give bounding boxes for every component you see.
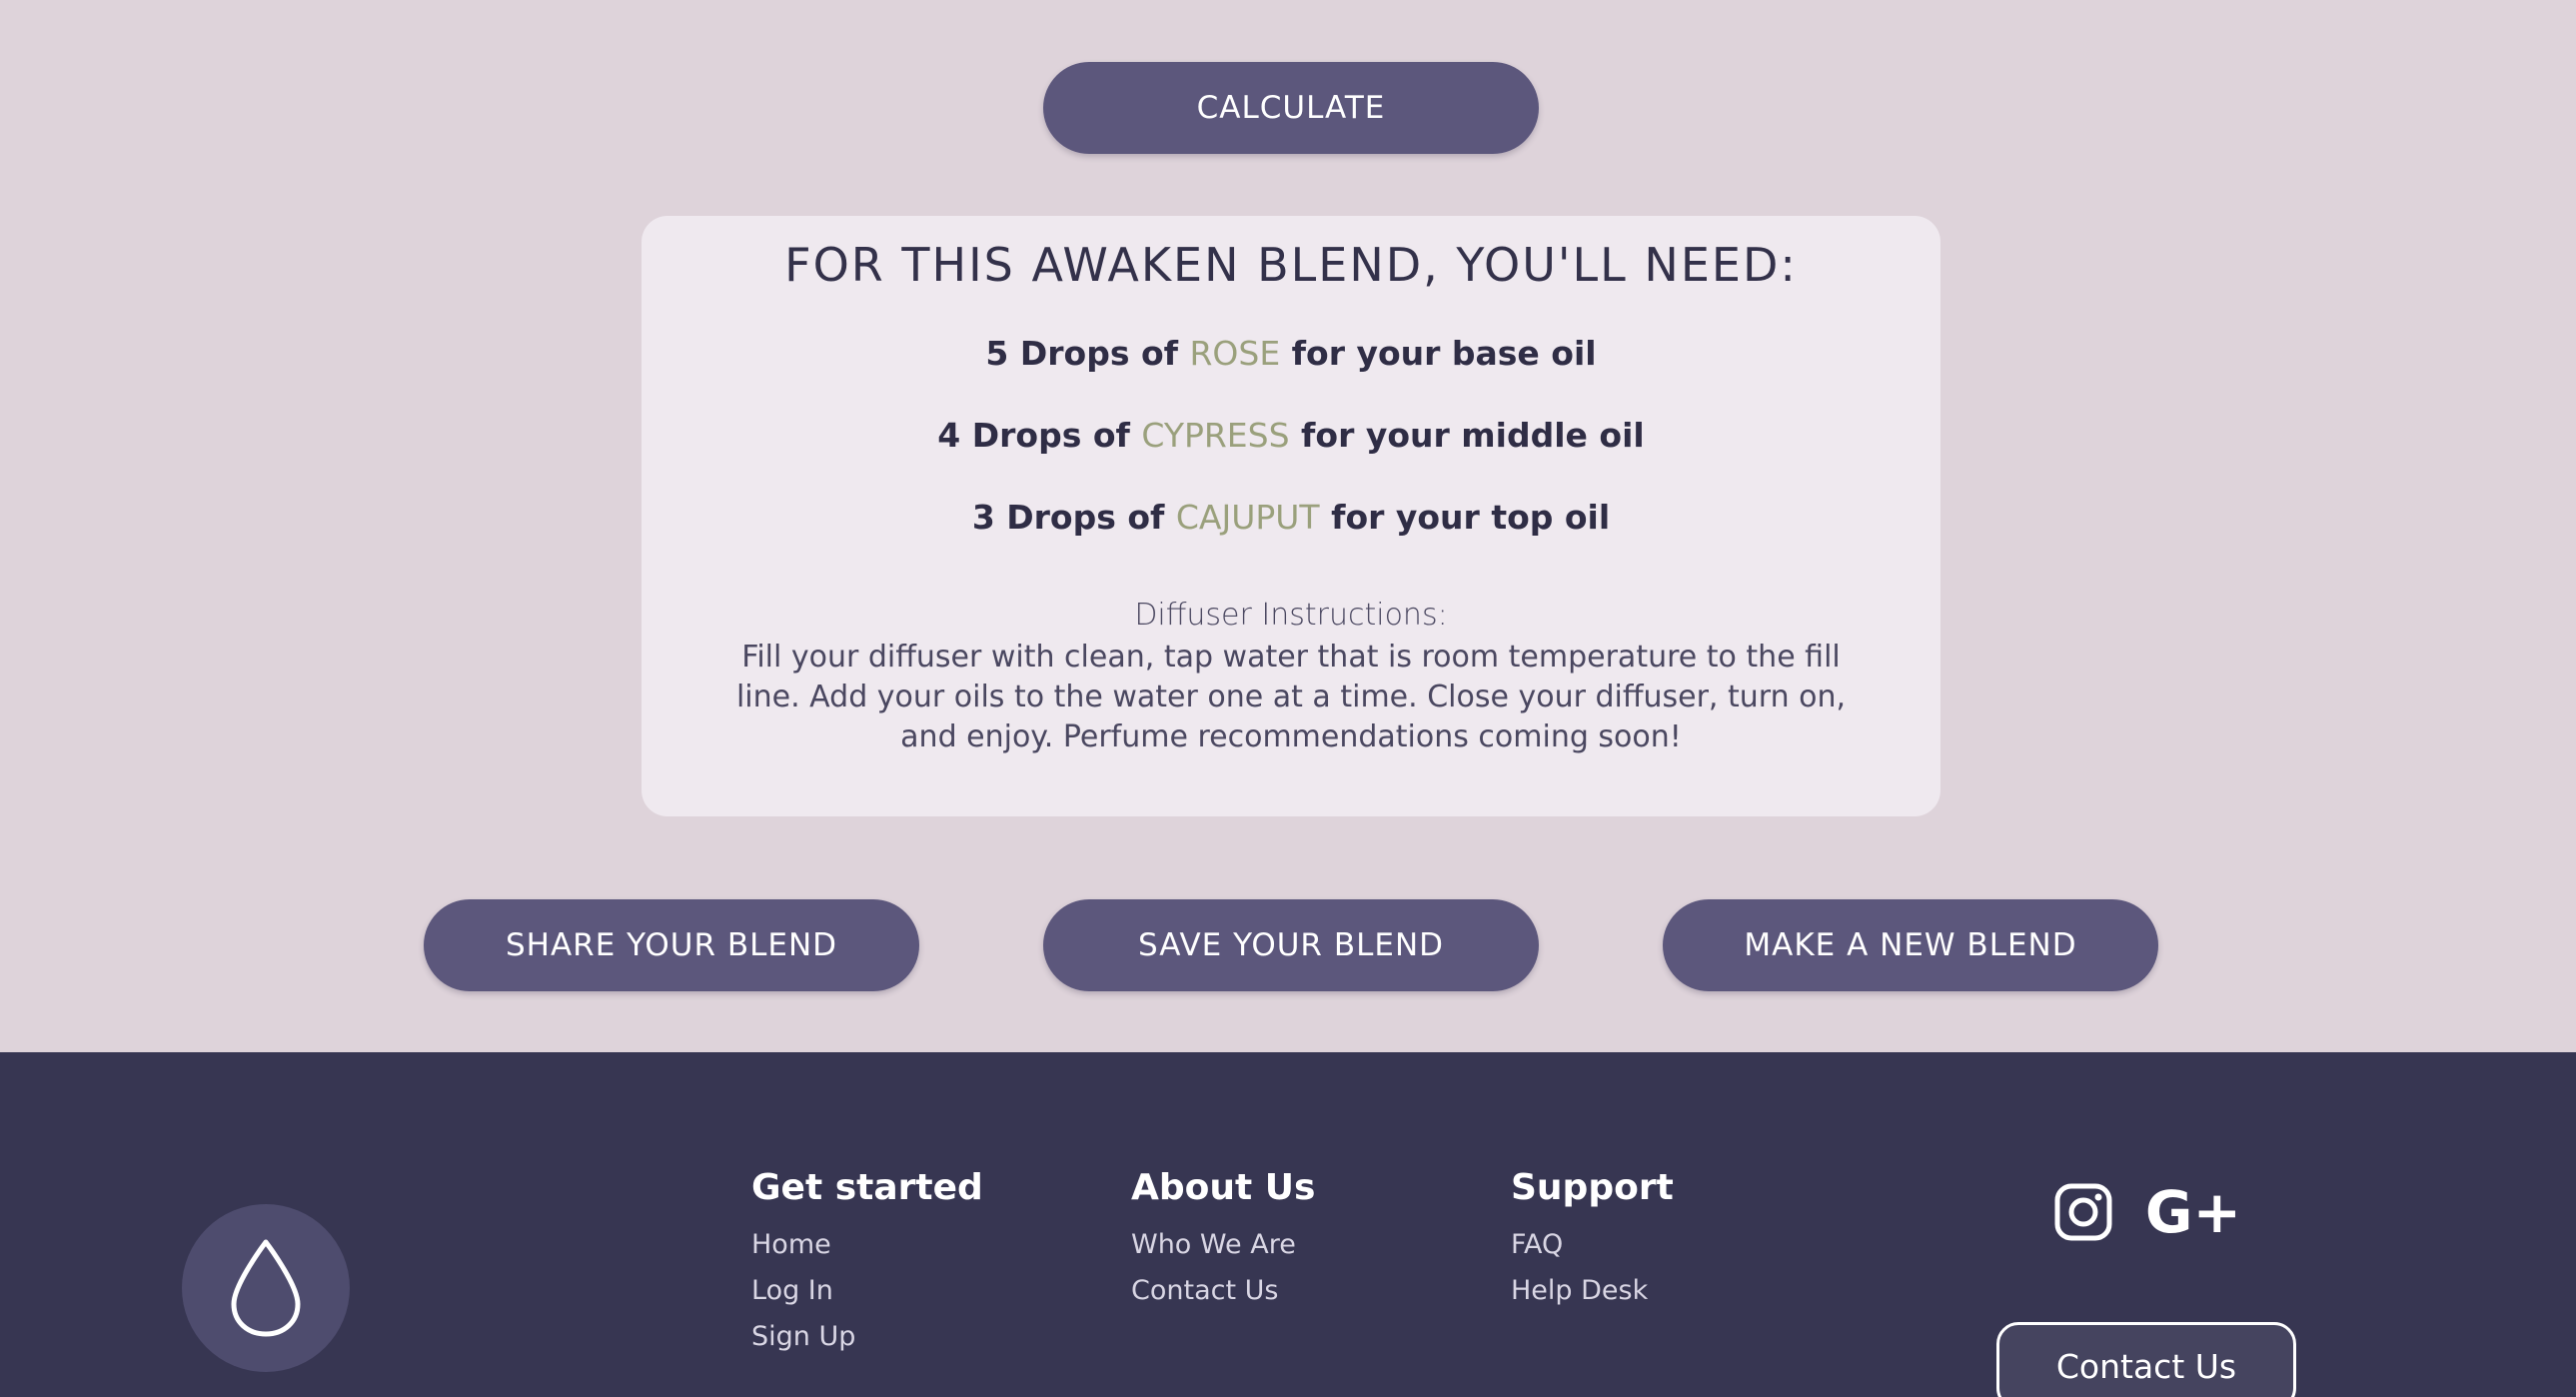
oil-role: for your top oil (1319, 498, 1611, 537)
footer-column-support: Support FAQ Help Desk (1511, 1167, 1674, 1314)
calculate-button[interactable]: CALCULATE (1043, 62, 1539, 154)
footer-link-signup[interactable]: Sign Up (751, 1314, 983, 1360)
oil-line-middle: 4 Drops of CYPRESS for your middle oil (642, 416, 1940, 455)
instagram-icon (2054, 1183, 2112, 1241)
main-content: CALCULATE FOR THIS AWAKEN BLEND, YOU'LL … (0, 0, 2576, 1052)
footer-column-get-started: Get started Home Log In Sign Up (751, 1167, 983, 1360)
footer-link-who-we-are[interactable]: Who We Are (1131, 1222, 1315, 1268)
footer-link-help-desk[interactable]: Help Desk (1511, 1268, 1674, 1314)
site-footer: Get started Home Log In Sign Up About Us… (0, 1052, 2576, 1397)
save-blend-button[interactable]: SAVE YOUR BLEND (1043, 899, 1539, 991)
oil-role: for your base oil (1280, 334, 1597, 373)
footer-link-contact[interactable]: Contact Us (1131, 1268, 1315, 1314)
new-blend-button[interactable]: MAKE A NEW BLEND (1663, 899, 2158, 991)
oil-quantity: 3 Drops of (971, 498, 1176, 537)
oil-quantity: 5 Drops of (985, 334, 1190, 373)
instructions-body: Fill your diffuser with clean, tap water… (735, 640, 1847, 754)
footer-link-home[interactable]: Home (751, 1222, 983, 1268)
oil-line-base: 5 Drops of ROSE for your base oil (642, 334, 1940, 373)
oil-name-top: CAJUPUT (1175, 498, 1320, 537)
footer-link-faq[interactable]: FAQ (1511, 1222, 1674, 1268)
droplet-icon (231, 1239, 301, 1337)
googleplus-link[interactable]: G+ (2145, 1178, 2241, 1246)
oil-role: for your middle oil (1289, 416, 1645, 455)
footer-heading: Support (1511, 1167, 1674, 1208)
googleplus-icon: G+ (2144, 1178, 2242, 1246)
contact-us-button[interactable]: Contact Us (1996, 1322, 2296, 1397)
share-blend-button[interactable]: SHARE YOUR BLEND (424, 899, 919, 991)
result-title: FOR THIS AWAKEN BLEND, YOU'LL NEED: (784, 238, 1798, 292)
footer-heading: About Us (1131, 1167, 1316, 1208)
footer-heading: Get started (751, 1167, 983, 1208)
instagram-link[interactable] (2053, 1182, 2113, 1242)
instructions-heading: Diffuser Instructions: (1134, 598, 1448, 633)
footer-link-login[interactable]: Log In (751, 1268, 983, 1314)
oil-name-middle: CYPRESS (1141, 416, 1290, 455)
footer-column-about: About Us Who We Are Contact Us (1131, 1167, 1315, 1314)
logo[interactable] (182, 1204, 350, 1372)
blend-result-card: FOR THIS AWAKEN BLEND, YOU'LL NEED: 5 Dr… (642, 216, 1940, 816)
oil-line-top: 3 Drops of CAJUPUT for your top oil (642, 498, 1940, 537)
oil-quantity: 4 Drops of (937, 416, 1142, 455)
oil-name-base: ROSE (1189, 334, 1281, 373)
